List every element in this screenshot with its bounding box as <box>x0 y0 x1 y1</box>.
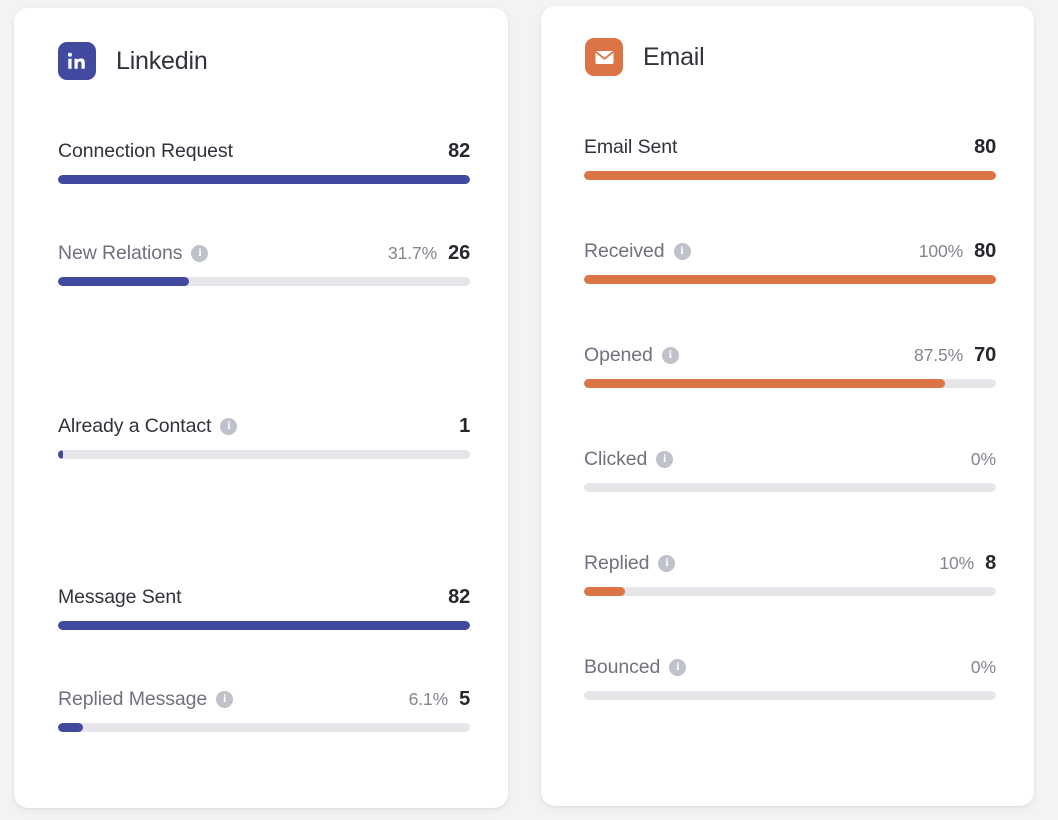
email-card-title: Email <box>643 43 705 72</box>
metric-percent: 100% <box>919 241 963 262</box>
metric-label: Email Sent <box>584 136 677 159</box>
info-icon-new-relations[interactable]: i <box>191 245 208 262</box>
metric-label: Replied Message <box>58 688 207 711</box>
metric-header: Email Sent 80 <box>584 134 996 160</box>
metric-row: Openedi 87.5% 70 <box>584 342 996 388</box>
metric-row: Email Sent 80 <box>584 134 996 180</box>
metric-row: Message Sent 82 <box>58 584 470 630</box>
metric-row: Received i 100% 80 <box>584 238 996 284</box>
metric-label: Replied <box>584 552 649 575</box>
metric-header: Clicked i 0% <box>584 446 996 472</box>
info-icon-already-a-contact[interactable]: i <box>220 418 237 435</box>
progress-bar-track <box>58 450 470 459</box>
metric-row: New Relations i 31.7% 26 <box>58 240 470 286</box>
info-icon-clicked[interactable]: i <box>656 451 673 468</box>
progress-bar-track <box>584 379 996 388</box>
progress-bar-track <box>58 277 470 286</box>
metric-percent: 0% <box>971 449 996 470</box>
progress-bar-fill <box>584 171 996 180</box>
metric-label: New Relations <box>58 242 182 265</box>
metric-header: Already a Contact i 1 <box>58 413 470 439</box>
metric-label: Bounced <box>584 656 660 679</box>
metric-label: Received <box>584 240 665 263</box>
metric-header: Connection Request 82 <box>58 138 470 164</box>
metric-value: 5 <box>459 688 470 711</box>
info-icon-replied[interactable]: i <box>658 555 675 572</box>
email-card-header: Email <box>585 38 705 76</box>
metric-value: 80 <box>974 240 996 263</box>
metric-value: 8 <box>985 552 996 575</box>
metric-percent: 87.5% <box>914 345 963 366</box>
metric-header: Replied i 10% 8 <box>584 550 996 576</box>
progress-bar-track <box>58 175 470 184</box>
progress-bar-track <box>584 483 996 492</box>
metric-percent: 0% <box>971 657 996 678</box>
progress-bar-fill <box>584 275 996 284</box>
metric-label: Message Sent <box>58 586 181 609</box>
metric-header: Received i 100% 80 <box>584 238 996 264</box>
metric-percent: 6.1% <box>409 689 449 710</box>
metric-row: Replied Message i 6.1% 5 <box>58 686 470 732</box>
metric-percent: 10% <box>939 553 974 574</box>
progress-bar-fill <box>584 379 945 388</box>
progress-bar-fill <box>58 723 83 732</box>
metric-label: Clicked <box>584 448 647 471</box>
progress-bar-track <box>584 587 996 596</box>
metric-row: Clicked i 0% <box>584 446 996 492</box>
metric-header: Openedi 87.5% 70 <box>584 342 996 368</box>
metric-value: 26 <box>448 242 470 265</box>
metric-value: 82 <box>448 586 470 609</box>
progress-bar-track <box>584 171 996 180</box>
linkedin-card-header: Linkedin <box>58 42 208 80</box>
progress-bar-fill <box>58 277 189 286</box>
progress-bar-track <box>58 723 470 732</box>
metric-label: Already a Contact <box>58 415 211 438</box>
dashboard-root: Linkedin Connection Request 82 New Relatio… <box>0 0 1058 820</box>
progress-bar-fill <box>58 175 470 184</box>
progress-bar-track <box>58 621 470 630</box>
progress-bar-fill <box>58 621 470 630</box>
linkedin-stats-card: Linkedin Connection Request 82 New Relatio… <box>14 8 508 808</box>
progress-bar-track <box>584 275 996 284</box>
metric-row: Connection Request 82 <box>58 138 470 184</box>
linkedin-card-title: Linkedin <box>116 47 208 76</box>
metric-header: New Relations i 31.7% 26 <box>58 240 470 266</box>
metric-value: 1 <box>459 415 470 438</box>
metric-value: 80 <box>974 136 996 159</box>
info-icon-replied-message[interactable]: i <box>216 691 233 708</box>
email-stats-card: Email Email Sent80Receivedi100%80Openedi… <box>541 6 1034 806</box>
metric-header: Replied Message i 6.1% 5 <box>58 686 470 712</box>
metric-label: Connection Request <box>58 140 233 163</box>
linkedin-icon <box>58 42 96 80</box>
metric-row: Already a Contact i 1 <box>58 413 470 459</box>
info-icon-received[interactable]: i <box>674 243 691 260</box>
metric-value: 82 <box>448 140 470 163</box>
metric-value: 70 <box>974 344 996 367</box>
progress-bar-track <box>584 691 996 700</box>
metric-percent: 31.7% <box>388 243 437 264</box>
metric-header: Message Sent 82 <box>58 584 470 610</box>
info-icon-opened[interactable]: i <box>662 347 679 364</box>
progress-bar-fill <box>584 587 625 596</box>
metric-row: Bounced i 0% <box>584 654 996 700</box>
metric-header: Bounced i 0% <box>584 654 996 680</box>
metric-row: Replied i 10% 8 <box>584 550 996 596</box>
info-icon-bounced[interactable]: i <box>669 659 686 676</box>
metric-label: Opened <box>584 344 653 367</box>
progress-bar-fill <box>58 450 63 459</box>
email-icon <box>585 38 623 76</box>
